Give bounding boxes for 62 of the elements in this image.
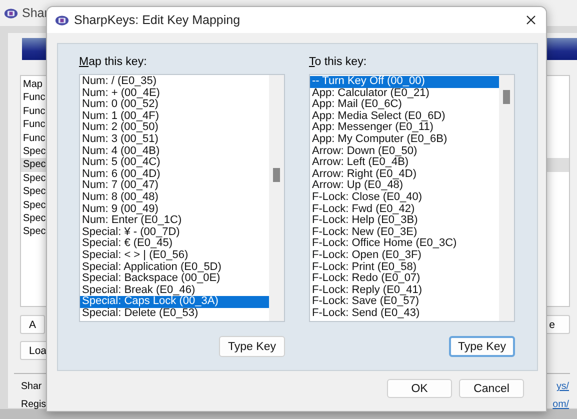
key-item[interactable]: Arrow: Left (E0_4B) <box>310 157 499 169</box>
key-item[interactable]: Special: ¥ - (00_7D) <box>80 226 269 238</box>
key-item[interactable]: F-Lock: Reply (E0_41) <box>310 284 499 296</box>
ok-button[interactable]: OK <box>387 379 452 398</box>
key-item[interactable]: F-Lock: Office Home (E0_3C) <box>310 238 499 250</box>
key-item[interactable]: F-Lock: Print (E0_58) <box>310 262 499 274</box>
footer-text: Regis <box>21 399 46 410</box>
key-item[interactable]: Special: Application (E0_5D) <box>80 262 269 274</box>
key-item[interactable]: F-Lock: New (E0_3E) <box>310 226 499 238</box>
key-item[interactable]: Num: 8 (00_48) <box>80 192 269 204</box>
key-item[interactable]: Arrow: Down (E0_50) <box>310 146 499 158</box>
key-item[interactable]: -- Turn Key Off (00_00) <box>310 76 499 88</box>
key-item[interactable]: Special: Backspace (00_0E) <box>80 273 269 285</box>
key-item[interactable]: F-Lock: Help (E0_3B) <box>310 215 499 227</box>
key-item[interactable]: F-Lock: Close (E0_40) <box>310 192 499 204</box>
key-list[interactable] <box>79 74 285 322</box>
key-item[interactable]: Special: < > | (E0_56) <box>80 250 269 262</box>
website-link[interactable]: ys/ <box>556 381 569 392</box>
app-icon <box>55 14 69 26</box>
list-label: Map this key: <box>79 56 148 70</box>
cancel-button[interactable]: Cancel <box>459 379 524 398</box>
key-item[interactable]: App: My Computer (E0_6B) <box>310 134 499 146</box>
key-item[interactable]: App: Media Select (E0_6D) <box>310 110 499 122</box>
key-item[interactable]: Num: Enter (E0_1C) <box>80 215 269 227</box>
key-item[interactable]: Num: 3 (00_51) <box>80 134 269 146</box>
key-item[interactable]: F-Lock: Redo (E0_07) <box>310 273 499 285</box>
key-item[interactable]: F-Lock: Fwd (E0_42) <box>310 204 499 216</box>
add-button[interactable]: A <box>20 315 46 334</box>
key-item[interactable]: Num: 0 (00_52) <box>80 99 269 111</box>
list-label: To this key: <box>309 56 368 70</box>
type-key-button[interactable]: Type Key <box>219 336 285 357</box>
key-list[interactable] <box>309 74 515 322</box>
key-item[interactable]: App: Calculator (E0_21) <box>310 88 499 100</box>
key-item[interactable]: Num: 9 (00_49) <box>80 204 269 216</box>
key-item[interactable]: Special: Caps Lock (00_3A) <box>80 296 269 308</box>
key-item[interactable]: Num: 4 (00_4B) <box>80 146 269 158</box>
key-item[interactable]: Arrow: Right (E0_4D) <box>310 168 499 180</box>
app-icon <box>4 8 18 18</box>
key-item[interactable]: App: Messenger (E0_11) <box>310 122 499 134</box>
key-item[interactable]: Special: Delete (E0_53) <box>80 308 269 320</box>
key-item[interactable]: Num: + (00_4E) <box>80 88 269 100</box>
dialog-title: SharpKeys: Edit Key Mapping <box>74 13 242 27</box>
key-item[interactable]: App: Mail (E0_6C) <box>310 99 499 111</box>
key-item[interactable]: Num: / (E0_35) <box>80 76 269 88</box>
website-link[interactable]: om/ <box>552 399 569 410</box>
key-item[interactable]: Arrow: Up (E0_48) <box>310 180 499 192</box>
window-title: Shar <box>22 6 48 20</box>
key-item[interactable]: Num: 6 (00_4D) <box>80 168 269 180</box>
key-item[interactable]: Num: 2 (00_50) <box>80 122 269 134</box>
key-item[interactable]: Num: 7 (00_47) <box>80 180 269 192</box>
close-icon[interactable] <box>526 15 536 25</box>
key-item[interactable]: Special: € (E0_45) <box>80 238 269 250</box>
type-key-button[interactable]: Type Key <box>449 336 515 357</box>
key-item[interactable]: Special: Break (E0_46) <box>80 284 269 296</box>
key-item[interactable]: F-Lock: Save (E0_57) <box>310 296 499 308</box>
scrollbar-thumb[interactable] <box>273 168 280 182</box>
key-item[interactable]: F-Lock: Send (E0_43) <box>310 308 499 320</box>
footer-text: Shar <box>21 381 42 392</box>
key-item[interactable]: Num: 1 (00_4F) <box>80 110 269 122</box>
scrollbar-thumb[interactable] <box>503 90 510 104</box>
key-item[interactable]: F-Lock: Open (E0_3F) <box>310 250 499 262</box>
key-item[interactable]: Num: 5 (00_4C) <box>80 157 269 169</box>
